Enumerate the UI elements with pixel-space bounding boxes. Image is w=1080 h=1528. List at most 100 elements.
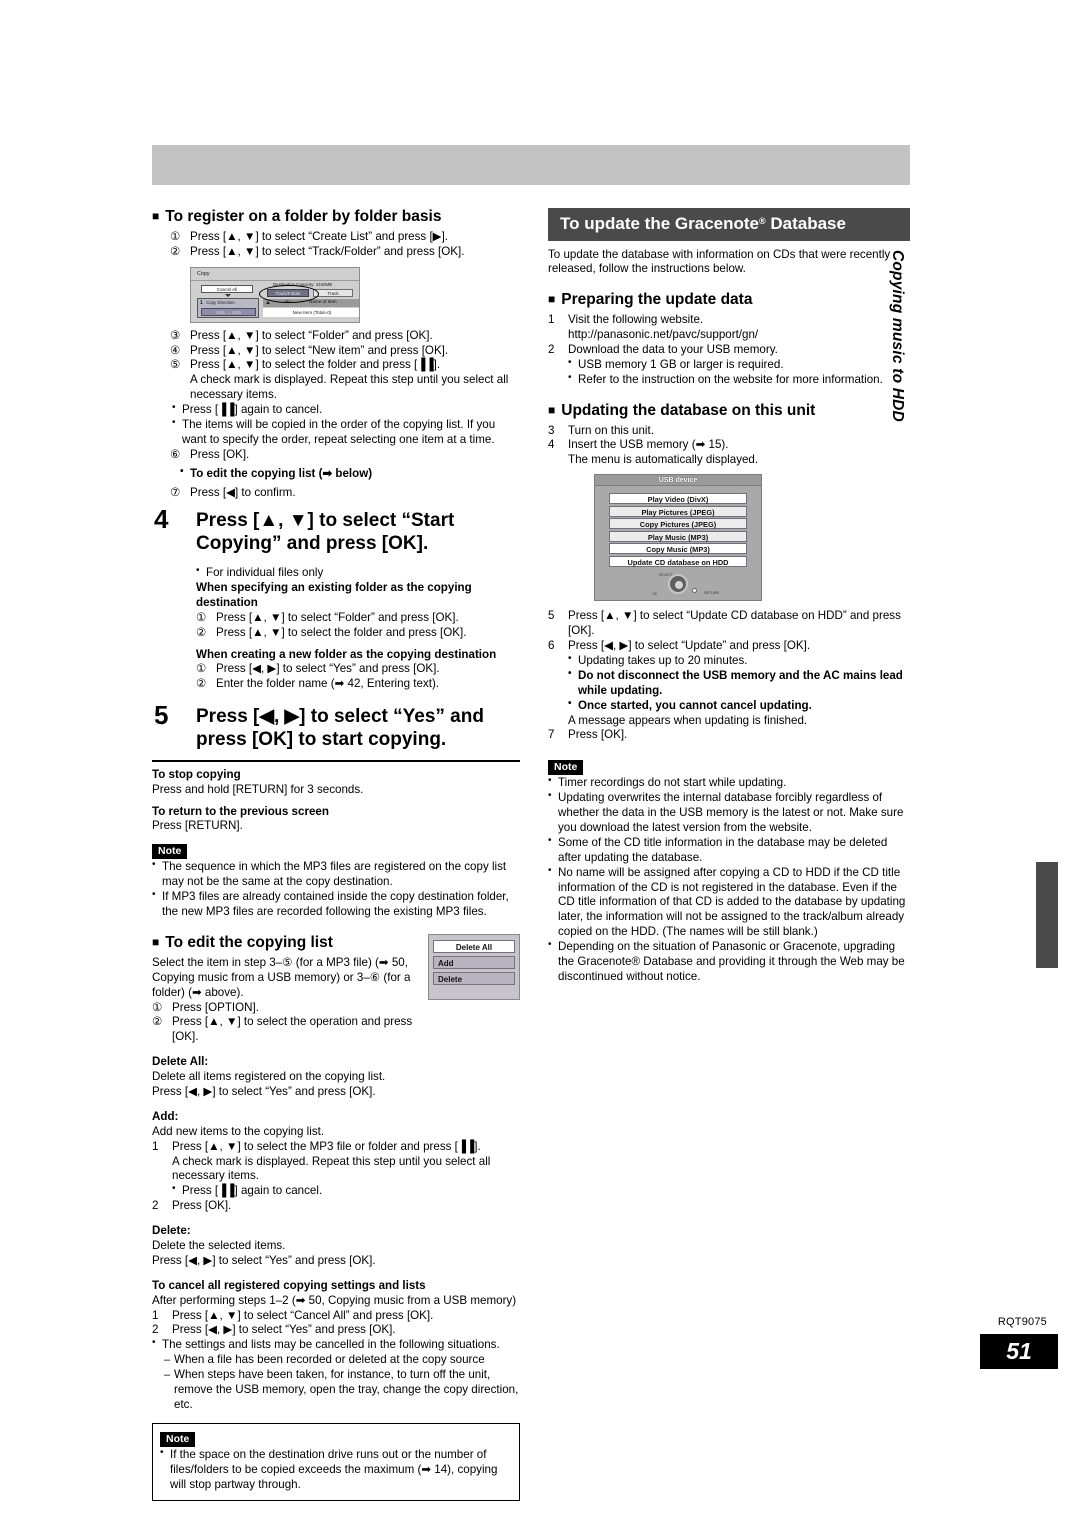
list-item: USB memory 1 GB or larger is required. xyxy=(568,357,910,373)
dpad-ring-icon xyxy=(668,574,688,595)
step-4-sub2-title: When creating a new folder as the copyin… xyxy=(196,647,497,661)
list-item: Depending on the situation of Panasonic … xyxy=(548,939,910,985)
list-item: ③ Press [▲, ▼] to select “Folder” and pre… xyxy=(170,328,433,342)
cancel-all-title: To cancel all registered copying setting… xyxy=(152,1278,426,1292)
screenshot-usb-device-menu: USB device Play Video (DivX) Play Pictur… xyxy=(594,474,762,602)
list-item: 3 Turn on this unit. xyxy=(548,423,654,437)
option-menu-selected: Delete All xyxy=(433,939,515,953)
chapter-edge-tab xyxy=(1036,862,1058,968)
list-item: 5 Press [▲, ▼] to select “Update CD datab… xyxy=(548,609,901,638)
step-4-sub1-title: When specifying an existing folder as th… xyxy=(196,580,472,609)
list-item: 2 Download the data to your USB memory. xyxy=(548,343,778,357)
list-item: Timer recordings do not start while upda… xyxy=(548,775,910,791)
list-item: Do not disconnect the USB memory and the… xyxy=(568,668,910,699)
copy-screen-cancel-all: Cancel All xyxy=(201,284,253,293)
add-intro: Add new items to the copying list. xyxy=(152,1124,325,1138)
prep-bullets: USB memory 1 GB or larger is required. R… xyxy=(568,357,910,388)
delete-line-2: Press [◀, ▶] to select “Yes” and press [… xyxy=(152,1253,376,1267)
list-item: 2 Press [◀, ▶] to select “Yes” and press … xyxy=(152,1323,396,1337)
copy-direction-panel: 1 Copy Direction USB → HDD xyxy=(197,297,259,318)
list-item: 1 Press [▲, ▼] to select “Cancel All” and… xyxy=(152,1308,434,1322)
delete-title: Delete: xyxy=(152,1224,191,1238)
usb-menu-item-copy-music: Copy Music (MP3) xyxy=(609,543,747,555)
copy-direction-number: 1 xyxy=(200,299,203,306)
list-item: ② Press [▲, ▼] to select the operation an… xyxy=(152,1015,413,1044)
step-4-number: 4 xyxy=(154,504,169,535)
note-badge: Note xyxy=(160,1431,196,1447)
list-item: ⑦ Press [◀] to confirm. xyxy=(170,485,296,499)
step-5: 5 Press [◀, ▶] to select “Yes” and press… xyxy=(152,702,520,752)
section-heading-updating-database: Updating the database on this unit xyxy=(548,402,910,421)
list-item: When a file has been recorded or deleted… xyxy=(164,1353,520,1368)
usb-menu-item-play-music: Play Music (MP3) xyxy=(609,530,747,542)
list-item: ② Press [▲, ▼] to select “Track/Folder” a… xyxy=(170,244,465,258)
section-heading-preparing-update-data: Preparing the update data xyxy=(548,291,910,310)
right-column: To update the Gracenote® Database To upd… xyxy=(548,208,910,985)
register-folder-step-7: ⑦ Press [◀] to confirm. xyxy=(170,486,520,501)
sort-up-icon xyxy=(266,300,270,304)
list-item: Press [▐▐] again to cancel. xyxy=(172,1183,520,1199)
delete-all-line-1: Delete all items registered on the copyi… xyxy=(152,1070,386,1084)
usb-menu-title: USB device xyxy=(595,475,761,487)
usb-menu-item-update-cd-database: Update CD database on HDD xyxy=(609,555,747,567)
list-item: ④ Press [▲, ▼] to select “New item” and p… xyxy=(170,343,449,357)
add-bullet: Press [▐▐] again to cancel. xyxy=(172,1183,520,1199)
list-item: Updating overwrites the internal databas… xyxy=(548,790,910,836)
step-4-text: Press [▲, ▼] to select “Start Copying” a… xyxy=(196,510,455,555)
list-item: ① Press [▲, ▼] to select “Folder” and pre… xyxy=(196,610,459,624)
list-item: The items will be copied in the order of… xyxy=(172,417,520,448)
cancel-all-bullet: The settings and lists may be cancelled … xyxy=(152,1337,520,1353)
step-4-bullet: For individual files only xyxy=(196,565,520,581)
page-number: 51 xyxy=(980,1334,1058,1369)
register-folder-step-6: ⑥ Press [OK]. xyxy=(170,448,520,463)
list-item: ② Enter the folder name (➡ 42, Entering t… xyxy=(196,677,440,691)
left-column: To register on a folder by folder basis … xyxy=(152,208,520,1501)
divider xyxy=(152,759,520,762)
list-item: The sequence in which the MP3 files are … xyxy=(152,859,520,890)
prep-steps: 1 Visit the following website. http://pan… xyxy=(548,313,910,358)
usb-menu-item-copy-pictures: Copy Pictures (JPEG) xyxy=(609,518,747,530)
list-item: http://panasonic.net/pavc/support/gn/ xyxy=(548,328,910,343)
callout-ellipse xyxy=(259,284,319,303)
option-menu-item-delete: Delete xyxy=(433,971,515,985)
register-folder-bullets: Press [▐▐] again to cancel. The items wi… xyxy=(172,402,520,448)
copy-direction-label: Copy Direction xyxy=(206,299,235,305)
cancel-all-steps: 1 Press [▲, ▼] to select “Cancel All” and… xyxy=(152,1309,520,1339)
list-item: For individual files only xyxy=(196,565,520,581)
list-item: 1 Press [▲, ▼] to select the MP3 file or … xyxy=(152,1139,481,1153)
dpad-ok-label: OK xyxy=(652,592,658,597)
list-item: Some of the CD title information in the … xyxy=(548,835,910,866)
copy-screen-title: Copy xyxy=(197,270,210,277)
divider xyxy=(191,279,359,281)
return-previous-title: To return to the previous screen xyxy=(152,804,329,818)
list-item: ① Press [◀, ▶] to select “Yes” and press … xyxy=(196,662,440,676)
list-item: To edit the copying list (➡ below) xyxy=(180,466,520,482)
list-item: Once started, you cannot cancel updating… xyxy=(568,698,910,714)
right-note-bullets: Timer recordings do not start while upda… xyxy=(548,775,910,985)
copy-screen-row-newitem: New Item (Total=0) xyxy=(263,307,359,317)
usb-menu-item-play-video: Play Video (DivX) xyxy=(609,493,747,505)
register-folder-steps-1: ① Press [▲, ▼] to select “Create List” an… xyxy=(170,230,520,260)
list-item: 6 Press [◀, ▶] to select “Update” and pre… xyxy=(548,639,811,653)
gracenote-intro: To update the database with information … xyxy=(548,247,891,276)
step-4-sub2-items: ① Press [◀, ▶] to select “Yes” and press … xyxy=(196,662,520,692)
dpad-return-dot-icon xyxy=(692,588,697,594)
copy-screen-tab-track: Track xyxy=(313,288,353,297)
step-5-text: Press [◀, ▶] to select “Yes” and press [… xyxy=(196,706,484,750)
note-badge: Note xyxy=(152,844,188,860)
list-item: ① Press [OPTION]. xyxy=(152,1000,259,1014)
list-item: Refer to the instruction on the website … xyxy=(568,372,910,388)
add-steps: 1 Press [▲, ▼] to select the MP3 file or … xyxy=(152,1140,520,1185)
dpad-icon: SELECT OK RETURN xyxy=(651,573,719,597)
update-steps-2: 5 Press [▲, ▼] to select “Update CD datab… xyxy=(548,609,910,654)
list-item: ① Press [▲, ▼] to select “Create List” an… xyxy=(170,229,449,243)
header-band xyxy=(152,145,910,185)
list-item: A check mark is displayed. Repeat this s… xyxy=(172,1154,491,1183)
list-item: 1 Visit the following website. xyxy=(548,313,704,327)
step-4: 4 Press [▲, ▼] to select “Start Copying”… xyxy=(152,506,520,556)
list-item: Updating takes up to 20 minutes. xyxy=(568,653,910,669)
cancel-all-dashes: When a file has been recorded or deleted… xyxy=(164,1353,520,1413)
section-banner-gracenote: To update the Gracenote® Database xyxy=(548,208,910,241)
delete-line-1: Delete the selected items. xyxy=(152,1239,286,1253)
list-item: A check mark is displayed. Repeat this s… xyxy=(190,373,509,402)
